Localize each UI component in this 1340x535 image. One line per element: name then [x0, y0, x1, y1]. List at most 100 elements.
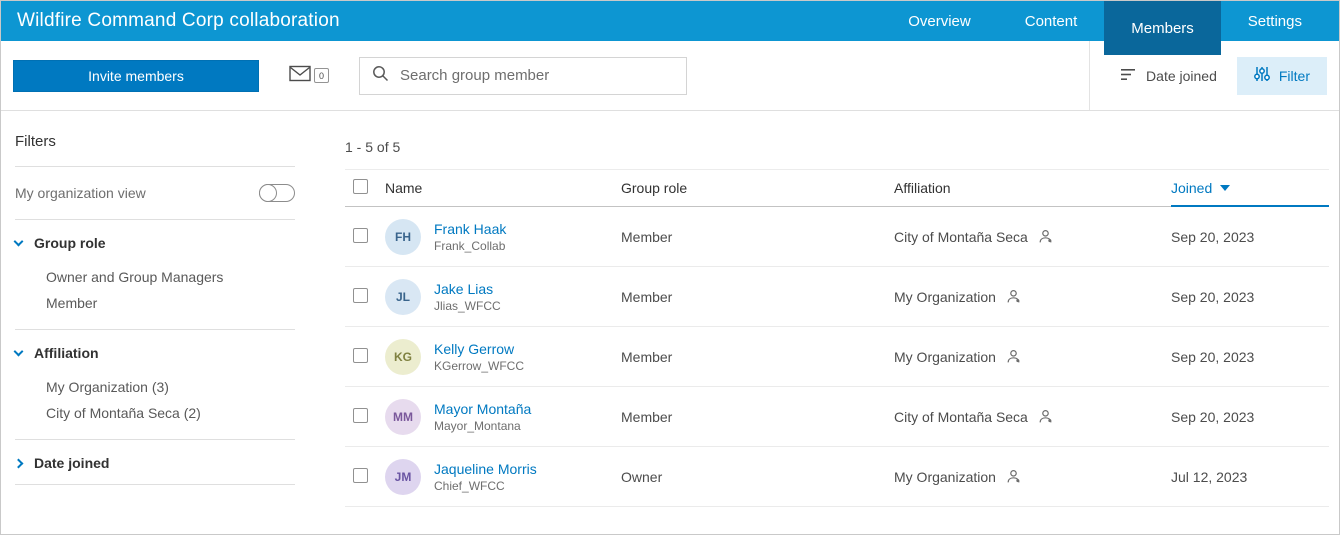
page-title: Wildfire Command Corp collaboration: [17, 10, 340, 31]
filter-sliders-icon: [1253, 66, 1270, 85]
members-main: 1 - 5 of 5 Name Group role Affiliation J…: [321, 111, 1339, 534]
group-role-section-header[interactable]: Group role: [13, 235, 295, 251]
chevron-down-icon: [13, 236, 24, 247]
row-checkbox[interactable]: [353, 467, 368, 483]
chevron-right-icon: [13, 458, 24, 468]
row-checkbox[interactable]: [353, 347, 368, 363]
member-username: Jlias_WFCC: [434, 298, 501, 313]
table-row: MM Mayor Montaña Mayor_Montana Member Ci…: [345, 387, 1329, 447]
table-row: JL Jake Lias Jlias_WFCC Member My Organi…: [345, 267, 1329, 327]
sort-label: Date joined: [1146, 67, 1217, 84]
member-username: Frank_Collab: [434, 238, 506, 253]
avatar: JL: [385, 278, 421, 315]
row-checkbox[interactable]: [353, 407, 368, 423]
table-header-row: Name Group role Affiliation Joined: [345, 169, 1329, 207]
filter-item-my-organization[interactable]: My Organization (3): [46, 374, 295, 400]
member-affiliation: City of Montaña Seca: [894, 228, 1028, 245]
affiliation-section-header[interactable]: Affiliation: [13, 345, 295, 361]
header-nav: Overview Content Members Settings: [881, 1, 1339, 55]
member-category-icon[interactable]: [1038, 409, 1053, 424]
sort-control[interactable]: Date joined: [1120, 67, 1217, 85]
member-username: Mayor_Montana: [434, 418, 521, 433]
member-name-link[interactable]: Jake Lias: [434, 281, 501, 297]
chevron-down-icon: [13, 346, 24, 357]
filter-item-member[interactable]: Member: [46, 290, 295, 316]
filter-button[interactable]: Filter: [1236, 56, 1327, 95]
member-joined-date: Sep 20, 2023: [1171, 228, 1255, 245]
org-view-row: My organization view: [15, 167, 295, 220]
member-joined-date: Sep 20, 2023: [1171, 348, 1255, 365]
search-input[interactable]: [400, 67, 674, 84]
filter-item-city-montana-seca[interactable]: City of Montaña Seca (2): [46, 400, 295, 426]
row-checkbox[interactable]: [353, 227, 368, 243]
table-row: FH Frank Haak Frank_Collab Member City o…: [345, 207, 1329, 267]
member-username: Chief_WFCC: [434, 478, 505, 493]
tab-content[interactable]: Content: [998, 1, 1105, 41]
filter-label: Filter: [1278, 67, 1310, 84]
row-checkbox[interactable]: [353, 287, 368, 303]
member-name-link[interactable]: Kelly Gerrow: [434, 341, 524, 357]
sort-caret-down-icon: [1220, 185, 1231, 191]
tab-overview[interactable]: Overview: [881, 1, 998, 41]
column-header-affiliation[interactable]: Affiliation: [894, 180, 1171, 196]
avatar: JM: [385, 458, 421, 495]
member-name-link[interactable]: Frank Haak: [434, 221, 506, 237]
sidebar-section-group-role: Group role Owner and Group Managers Memb…: [13, 220, 295, 330]
filters-sidebar: Filters My organization view Group role …: [1, 111, 321, 534]
name-stack: Kelly Gerrow KGerrow_WFCC: [434, 341, 524, 373]
avatar: MM: [385, 398, 421, 435]
column-header-group-role[interactable]: Group role: [621, 180, 894, 196]
tab-members[interactable]: Members: [1104, 1, 1221, 55]
member-affiliation: My Organization: [894, 468, 996, 485]
name-stack: Frank Haak Frank_Collab: [434, 221, 506, 253]
member-group-role: Member: [621, 228, 673, 245]
member-category-icon[interactable]: [1006, 469, 1021, 484]
app-header: Wildfire Command Corp collaboration Over…: [1, 1, 1339, 55]
result-count: 1 - 5 of 5: [345, 139, 401, 155]
member-joined-date: Sep 20, 2023: [1171, 288, 1255, 305]
member-category-icon[interactable]: [1006, 349, 1021, 364]
member-group-role: Member: [621, 348, 673, 365]
table-row: KG Kelly Gerrow KGerrow_WFCC Member My O…: [345, 327, 1329, 387]
member-name-link[interactable]: Jaqueline Morris: [434, 461, 537, 477]
name-stack: Mayor Montaña Mayor_Montana: [434, 401, 531, 433]
invite-members-button[interactable]: Invite members: [13, 59, 259, 92]
member-joined-date: Jul 12, 2023: [1171, 468, 1248, 485]
joined-header-label: Joined: [1171, 180, 1213, 196]
search-icon: [372, 65, 389, 87]
members-table: Name Group role Affiliation Joined FH Fr…: [345, 169, 1329, 507]
member-group-role: Member: [621, 408, 673, 425]
sort-icon: [1120, 67, 1137, 85]
name-stack: Jake Lias Jlias_WFCC: [434, 281, 501, 313]
column-header-joined[interactable]: Joined: [1171, 170, 1329, 207]
member-affiliation: My Organization: [894, 348, 996, 365]
member-username: KGerrow_WFCC: [434, 358, 525, 373]
tab-settings[interactable]: Settings: [1221, 1, 1329, 41]
page: Wildfire Command Corp collaboration Over…: [0, 0, 1340, 535]
table-row: JM Jaqueline Morris Chief_WFCC Owner My …: [345, 447, 1329, 507]
filter-item-owner-managers[interactable]: Owner and Group Managers: [46, 264, 295, 290]
org-view-toggle[interactable]: [259, 184, 295, 202]
section-label: Affiliation: [34, 345, 99, 361]
envelope-icon: [289, 65, 311, 87]
org-view-label: My organization view: [15, 185, 146, 201]
affiliation-items: My Organization (3) City of Montaña Seca…: [15, 374, 295, 426]
search-box: [359, 56, 687, 95]
date-joined-section-header[interactable]: Date joined: [13, 455, 295, 471]
column-header-name[interactable]: Name: [385, 180, 621, 196]
member-category-icon[interactable]: [1038, 229, 1053, 244]
content: Filters My organization view Group role …: [1, 111, 1339, 534]
section-label: Group role: [34, 235, 106, 251]
member-name-link[interactable]: Mayor Montaña: [434, 401, 531, 417]
filters-heading: Filters: [15, 111, 295, 167]
section-label: Date joined: [34, 455, 110, 471]
member-group-role: Member: [621, 288, 673, 305]
member-affiliation: City of Montaña Seca: [894, 408, 1028, 425]
member-category-icon[interactable]: [1006, 289, 1021, 304]
message-members-control[interactable]: 0: [289, 65, 329, 87]
group-role-items: Owner and Group Managers Member: [15, 264, 295, 316]
toggle-knob: [259, 184, 277, 202]
name-stack: Jaqueline Morris Chief_WFCC: [434, 461, 537, 493]
avatar: KG: [385, 338, 421, 375]
select-all-checkbox[interactable]: [353, 179, 368, 194]
